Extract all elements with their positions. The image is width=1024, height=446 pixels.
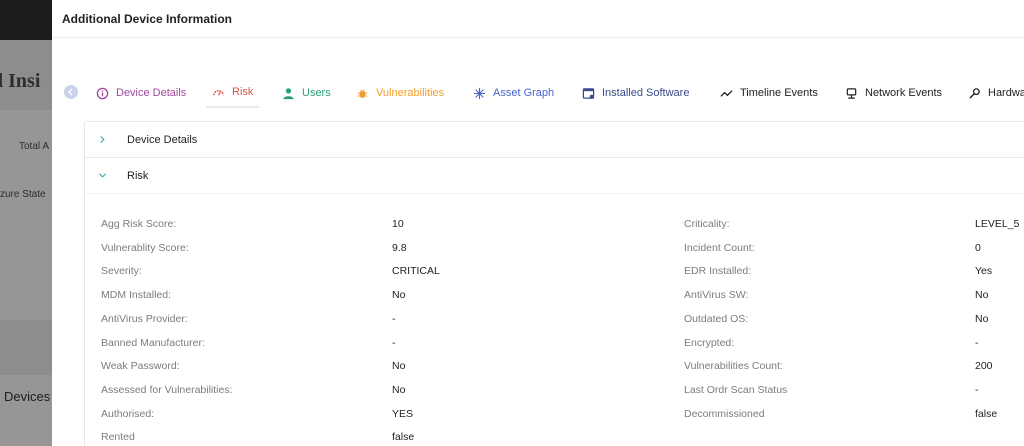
- field-label: Banned Manufacturer:: [101, 336, 205, 349]
- accordion-label: Risk: [127, 169, 149, 182]
- trend-icon: [720, 87, 733, 100]
- field-value: LEVEL_5: [975, 218, 1020, 230]
- field-value: false: [392, 431, 415, 444]
- info-circle-icon: [96, 87, 109, 100]
- field-label: AntiVirus SW:: [684, 289, 749, 302]
- field-label: Criticality:: [684, 218, 730, 230]
- tab-label: Vulnerabilities: [376, 87, 445, 99]
- field-value: false: [975, 407, 998, 420]
- modal-header: Additional Device Information: [52, 0, 1024, 38]
- field-value: 9.8: [392, 241, 407, 254]
- accordion-device-details[interactable]: Device Details: [85, 122, 1024, 158]
- field-value: 200: [975, 360, 993, 373]
- gauge-icon: [212, 86, 225, 99]
- modal-title: Additional Device Information: [62, 12, 233, 26]
- field-value: 10: [392, 218, 404, 230]
- tab-network-events[interactable]: Network Events: [845, 78, 942, 108]
- tab-label: Users: [302, 87, 331, 99]
- tab-label: Risk: [232, 86, 254, 98]
- field-value: No: [975, 289, 989, 302]
- field-label: Severity:: [101, 265, 142, 278]
- tab-vulnerabilities[interactable]: Vulnerabilities: [356, 78, 444, 108]
- field-value: -: [975, 383, 979, 396]
- device-info-modal: Additional Device Information Device Det…: [52, 0, 1024, 446]
- tab-installed-software[interactable]: Installed Software: [582, 78, 689, 108]
- tab-label: Installed Software: [602, 87, 690, 99]
- field-value: 0: [975, 241, 981, 254]
- bug-icon: [356, 87, 369, 100]
- field-label: Authorised:: [101, 407, 155, 420]
- tab-device-details[interactable]: Device Details: [96, 78, 186, 108]
- accordion-label: Device Details: [127, 133, 198, 146]
- network-icon: [473, 87, 486, 100]
- field-value: YES: [392, 407, 414, 420]
- chevron-right-icon: [98, 135, 110, 144]
- tab-timeline-events[interactable]: Timeline Events: [720, 78, 818, 108]
- background-title: d Insi: [0, 70, 41, 92]
- field-label: AntiVirus Provider:: [101, 312, 188, 325]
- field-label: EDR Installed:: [684, 265, 752, 278]
- field-label: Encrypted:: [684, 336, 735, 349]
- background-label-total: Total A: [19, 141, 50, 152]
- chevron-left-icon: [68, 88, 73, 96]
- background-devices-label: Devices: [4, 389, 51, 404]
- field-label: Weak Password:: [101, 360, 180, 373]
- tab-asset-graph[interactable]: Asset Graph: [473, 78, 554, 108]
- window-icon: [582, 87, 595, 100]
- field-label: Vulnerabilities Count:: [684, 360, 783, 373]
- field-label: Rented: [101, 431, 135, 444]
- monitor-icon: [845, 87, 858, 100]
- field-label: Last Ordr Scan Status: [684, 383, 788, 396]
- field-value: -: [392, 312, 396, 325]
- tab-label: Network Events: [865, 87, 943, 99]
- field-label: Vulnerablity Score:: [101, 241, 189, 254]
- details-accordion: Device Details Risk Agg Risk Score: 10 V…: [84, 121, 1024, 446]
- tab-label: Hardwa: [988, 87, 1024, 99]
- field-label: Decommissioned: [684, 407, 765, 420]
- tab-risk[interactable]: Risk: [206, 78, 260, 108]
- field-label: MDM Installed:: [101, 289, 172, 302]
- field-value: No: [392, 289, 406, 302]
- tab-label: Timeline Events: [740, 87, 818, 99]
- field-value: No: [392, 383, 406, 396]
- field-value: No: [392, 360, 406, 373]
- field-label: Agg Risk Score:: [101, 218, 177, 230]
- tab-scroll-left-button[interactable]: [64, 85, 78, 99]
- background-label-state: zure State: [0, 189, 46, 200]
- field-value: -: [975, 336, 979, 349]
- field-label: Incident Count:: [684, 241, 755, 254]
- tab-label: Device Details: [116, 87, 187, 99]
- tab-users[interactable]: Users: [282, 78, 331, 108]
- field-value: No: [975, 312, 989, 325]
- field-value: -: [392, 336, 396, 349]
- accordion-risk[interactable]: Risk: [85, 158, 1024, 194]
- tab-bar: Device Details Risk Users Vulnerabilitie…: [64, 78, 1024, 110]
- wrench-icon: [968, 87, 981, 100]
- field-label: Outdated OS:: [684, 312, 749, 325]
- tab-hardware[interactable]: Hardwa: [968, 78, 1024, 108]
- tab-label: Asset Graph: [493, 87, 555, 99]
- background-card-devices: [0, 375, 60, 446]
- chevron-down-icon: [98, 171, 110, 180]
- field-label: Assessed for Vulnerabilities:: [101, 383, 233, 396]
- user-icon: [282, 87, 295, 100]
- field-value: CRITICAL: [392, 265, 440, 278]
- field-value: Yes: [975, 265, 993, 278]
